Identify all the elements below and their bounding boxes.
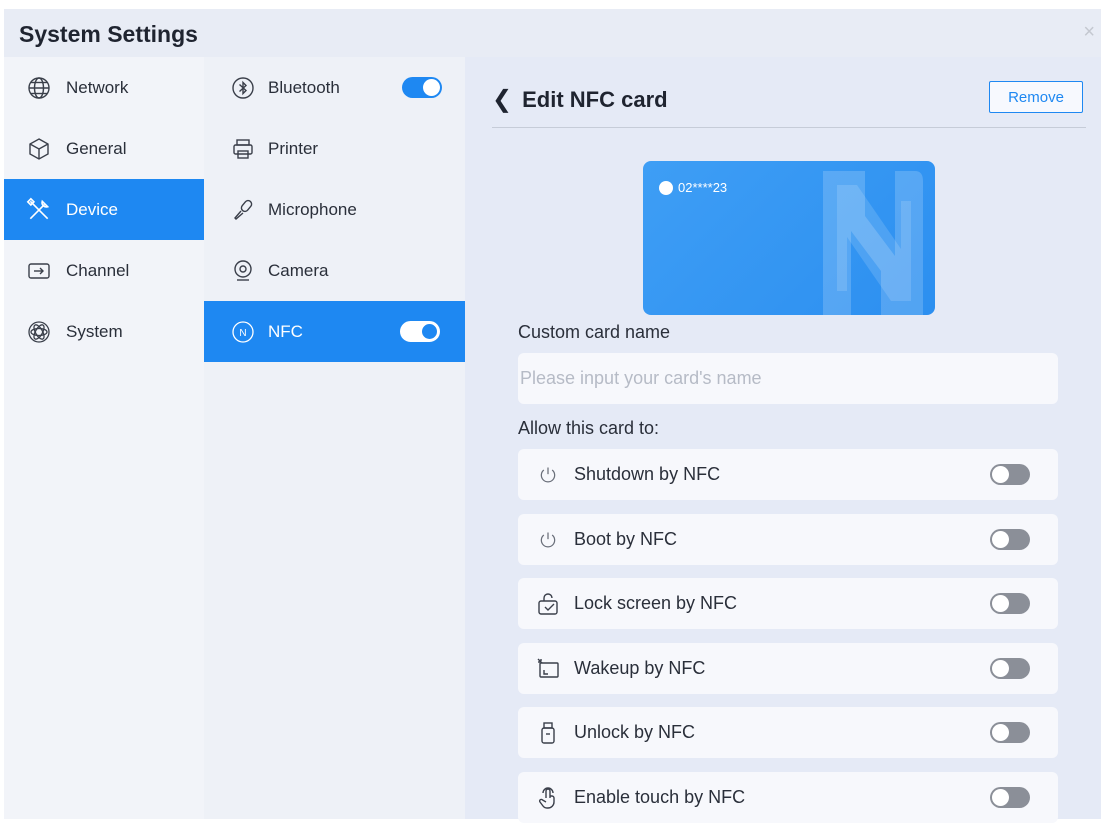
permission-label: Lock screen by NFC [574,593,738,613]
permission-wakeup: Wakeup by NFC [518,643,1058,694]
svg-text:N: N [239,328,246,339]
allow-label: Allow this card to: [518,418,660,438]
permission-lock-screen: Lock screen by NFC [518,578,1058,629]
nfc-toggle[interactable] [400,321,440,342]
back-icon[interactable]: ❮ [492,85,512,114]
cube-icon [26,136,52,162]
nav-item-channel[interactable]: Channel [4,240,204,301]
device-item-camera[interactable]: Camera [204,240,465,301]
page-title: Edit NFC card [522,86,668,112]
lock-screen-icon [536,592,560,616]
divider [492,127,1086,128]
nav-item-general[interactable]: General [4,118,204,179]
panel-header: ❮ Edit NFC card [492,85,668,114]
printer-icon [230,136,256,162]
permission-unlock: Unlock by NFC [518,707,1058,758]
settings-window: System Settings × Network General Device [4,9,1101,823]
lock-screen-toggle[interactable] [990,593,1030,614]
permission-enable-touch: Enable touch by NFC [518,772,1058,823]
permission-label: Wakeup by NFC [574,658,706,678]
card-name-input[interactable] [518,353,1058,404]
device-item-printer[interactable]: Printer [204,118,465,179]
card-number: 02****23 [678,180,728,195]
bluetooth-icon [230,75,256,101]
nav-item-label: Network [66,77,129,97]
nav-item-label: Channel [66,260,130,280]
device-item-label: Microphone [268,199,357,219]
unlock-toggle[interactable] [990,722,1030,743]
device-list: Bluetooth Printer Microphone Camera N NF… [204,57,465,819]
tools-icon [26,197,52,223]
globe-icon [26,75,52,101]
touch-icon [536,786,560,810]
nfc-card-preview: 02****23 [643,161,935,315]
permission-label: Boot by NFC [574,529,678,549]
wakeup-toggle[interactable] [990,658,1030,679]
permission-label: Enable touch by NFC [574,787,746,807]
permission-label: Unlock by NFC [574,722,696,742]
usb-key-icon [536,721,560,745]
camera-icon [230,258,256,284]
device-item-microphone[interactable]: Microphone [204,179,465,240]
main-nav: Network General Device Channel System [4,57,204,819]
device-item-label: Printer [268,138,319,158]
permission-label: Shutdown by NFC [574,464,721,484]
window-title: System Settings [19,21,198,47]
card-dot-icon [659,181,673,195]
remove-button[interactable]: Remove [989,81,1083,113]
nav-item-label: General [66,138,127,158]
device-item-label: NFC [268,321,303,341]
shutdown-toggle[interactable] [990,464,1030,485]
close-icon[interactable]: × [1083,21,1095,44]
boot-toggle[interactable] [990,529,1030,550]
custom-card-name-label: Custom card name [518,322,671,342]
nfc-icon: N [230,319,256,345]
nav-item-device[interactable]: Device [4,179,204,240]
power-icon [536,463,560,487]
nfc-logo-icon [823,171,923,315]
microphone-icon [230,197,256,223]
nav-item-system[interactable]: System [4,301,204,362]
device-item-label: Bluetooth [268,77,340,97]
device-item-bluetooth[interactable]: Bluetooth [204,57,465,118]
device-item-nfc[interactable]: N NFC [204,301,465,362]
wakeup-icon [536,657,560,681]
enable-touch-toggle[interactable] [990,787,1030,808]
power-icon [536,528,560,552]
device-item-label: Camera [268,260,329,280]
input-icon [26,258,52,284]
nav-item-label: Device [66,199,118,219]
bluetooth-toggle[interactable] [402,77,442,98]
nav-item-label: System [66,321,123,341]
title-bar: System Settings × [4,9,1101,57]
permission-boot: Boot by NFC [518,514,1058,565]
nav-item-network[interactable]: Network [4,57,204,118]
atom-icon [26,319,52,345]
permission-shutdown: Shutdown by NFC [518,449,1058,500]
edit-nfc-panel: ❮ Edit NFC card Remove 02****23 Custom c… [465,57,1101,823]
